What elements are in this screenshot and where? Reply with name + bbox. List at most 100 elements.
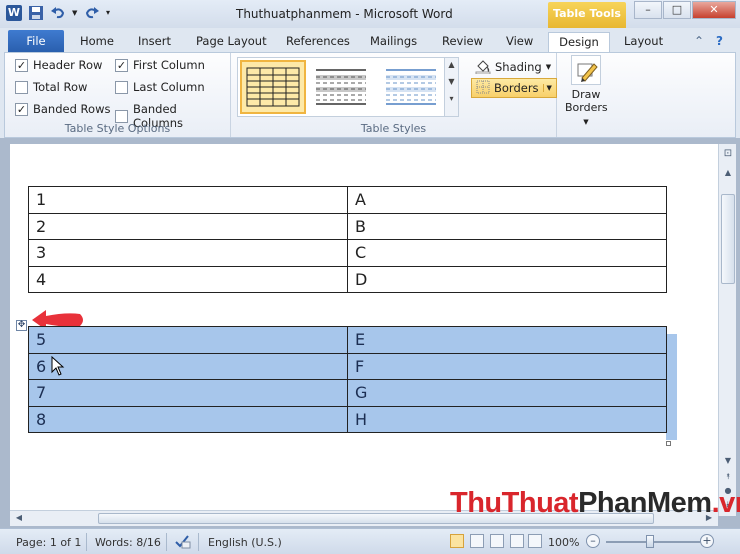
tab-view[interactable]: View <box>502 32 537 52</box>
vertical-scroll-thumb[interactable] <box>721 194 735 284</box>
last-column-checkbox[interactable]: Last Column <box>115 80 205 94</box>
table-row[interactable]: 8H <box>28 405 667 433</box>
watermark-logo: ThuThuatPhanMem.vn <box>450 487 740 519</box>
table-cell[interactable]: F <box>347 352 667 380</box>
table-move-handle-icon[interactable]: ✥ <box>16 320 27 331</box>
vertical-scrollbar[interactable]: ⊡ ▲ ▼ ⯭ ● ⯯ <box>718 144 736 516</box>
draw-borders-button[interactable]: Draw Borders ▼ <box>565 55 608 129</box>
shading-button[interactable]: Shading ▼ <box>471 57 555 77</box>
gallery-scroll[interactable]: ▲ ▼ ▾ <box>444 58 458 116</box>
document-page[interactable]: 1A 2B 3C 4D ✥ 5E 6F 7G 8H <box>10 144 718 516</box>
group-table-styles: ▲ ▼ ▾ Shading ▼ Borders ▼ Table Styles <box>231 53 557 137</box>
minimize-button[interactable]: – <box>634 1 662 19</box>
tab-home[interactable]: Home <box>76 32 118 52</box>
borders-button[interactable]: Borders ▼ <box>471 78 557 98</box>
gallery-more-icon[interactable]: ▾ <box>445 94 458 103</box>
table-cell[interactable]: G <box>347 379 667 407</box>
tab-review[interactable]: Review <box>438 32 487 52</box>
table-cell[interactable]: 7 <box>28 379 348 407</box>
full-screen-reading-icon[interactable] <box>470 534 484 548</box>
zoom-in-icon[interactable]: + <box>700 534 714 548</box>
borders-icon <box>476 80 490 97</box>
save-icon[interactable] <box>28 5 44 21</box>
maximize-button[interactable]: □ <box>663 1 691 19</box>
table-row[interactable]: 2B <box>28 212 667 240</box>
table-cell[interactable]: 2 <box>28 212 348 240</box>
table-resize-handle[interactable] <box>666 441 671 446</box>
word-table-1[interactable]: 1A 2B 3C 4D <box>28 186 667 293</box>
undo-dropdown-icon[interactable]: ▼ <box>72 5 78 21</box>
header-row-checkbox[interactable]: ✓ Header Row <box>15 58 102 72</box>
tab-insert[interactable]: Insert <box>134 32 175 52</box>
table-cell[interactable]: C <box>347 239 667 267</box>
scroll-up-icon[interactable]: ▲ <box>719 168 737 177</box>
table-cell[interactable]: 8 <box>28 405 348 433</box>
language[interactable]: English (U.S.) <box>208 536 282 549</box>
web-layout-icon[interactable] <box>490 534 504 548</box>
banded-rows-checkbox[interactable]: ✓ Banded Rows <box>15 102 110 116</box>
table-cell[interactable]: 5 <box>28 326 348 354</box>
pencil-icon <box>571 55 601 85</box>
word-table-2-selected[interactable]: 5E 6F 7G 8H <box>28 326 667 433</box>
gallery-down-icon[interactable]: ▼ <box>445 77 458 86</box>
table-cell[interactable]: D <box>347 265 667 293</box>
scroll-left-icon[interactable]: ◀ <box>10 513 28 522</box>
page-count[interactable]: Page: 1 of 1 <box>16 536 81 549</box>
zoom-slider-thumb[interactable] <box>646 535 654 548</box>
undo-icon[interactable] <box>50 5 66 21</box>
table-cell[interactable]: 4 <box>28 265 348 293</box>
tab-layout[interactable]: Layout <box>620 32 667 52</box>
scroll-down-icon[interactable]: ▼ <box>719 456 737 465</box>
table-style-light-accent[interactable] <box>380 60 446 114</box>
gallery-up-icon[interactable]: ▲ <box>445 60 458 69</box>
checkbox-icon <box>115 80 128 94</box>
table-cell[interactable]: B <box>347 212 667 240</box>
table-cell[interactable]: 6 <box>28 352 348 380</box>
quick-access-toolbar: W ▼ ▾ <box>6 5 116 21</box>
table-row[interactable]: 5E <box>28 326 667 354</box>
word-logo-icon[interactable]: W <box>6 5 22 21</box>
table-cell[interactable]: 3 <box>28 239 348 267</box>
chevron-down-icon[interactable]: ▼ <box>542 84 552 92</box>
window-controls: – □ ✕ <box>634 1 736 19</box>
table-row[interactable]: 7G <box>28 379 667 407</box>
divider <box>86 533 87 551</box>
word-count[interactable]: Words: 8/16 <box>95 536 161 549</box>
tab-references[interactable]: References <box>282 32 354 52</box>
paint-bucket-icon <box>475 58 491 77</box>
table-style-grid[interactable] <box>240 60 306 114</box>
table-row[interactable]: 1A <box>28 186 667 214</box>
checkbox-icon: ✓ <box>115 58 128 72</box>
table-cell[interactable]: 1 <box>28 186 348 214</box>
table-style-light-shading[interactable] <box>310 60 376 114</box>
close-button[interactable]: ✕ <box>692 1 736 19</box>
draft-icon[interactable] <box>528 534 542 548</box>
outline-icon[interactable] <box>510 534 524 548</box>
checkbox-icon <box>115 109 128 123</box>
table-row[interactable]: 6F <box>28 352 667 380</box>
help-icon[interactable]: ? <box>716 34 723 48</box>
checkbox-icon: ✓ <box>15 58 28 72</box>
ruler-toggle-icon[interactable]: ⊡ <box>719 148 737 159</box>
minimize-ribbon-icon[interactable]: ⌃ <box>694 34 704 48</box>
tab-design[interactable]: Design <box>548 32 610 53</box>
title-bar: W ▼ ▾ Thuthuatphanmem - Microsoft Word T… <box>0 0 740 28</box>
total-row-checkbox[interactable]: Total Row <box>15 80 87 94</box>
zoom-out-icon[interactable]: – <box>586 534 600 548</box>
chevron-down-icon: ▼ <box>545 63 552 71</box>
tab-mailings[interactable]: Mailings <box>366 32 421 52</box>
customize-qat-icon[interactable]: ▾ <box>106 5 116 21</box>
tab-file[interactable]: File <box>8 30 64 52</box>
table-cell[interactable]: H <box>347 405 667 433</box>
table-row[interactable]: 3C <box>28 239 667 267</box>
tab-page-layout[interactable]: Page Layout <box>192 32 271 52</box>
redo-icon[interactable] <box>84 5 100 21</box>
print-layout-icon[interactable] <box>450 534 464 548</box>
zoom-level[interactable]: 100% <box>548 536 579 549</box>
table-cell[interactable]: A <box>347 186 667 214</box>
table-row[interactable]: 4D <box>28 265 667 293</box>
table-cell[interactable]: E <box>347 326 667 354</box>
first-column-checkbox[interactable]: ✓ First Column <box>115 58 205 72</box>
proofing-icon[interactable] <box>174 533 192 552</box>
previous-page-icon[interactable]: ⯭ <box>719 472 737 482</box>
